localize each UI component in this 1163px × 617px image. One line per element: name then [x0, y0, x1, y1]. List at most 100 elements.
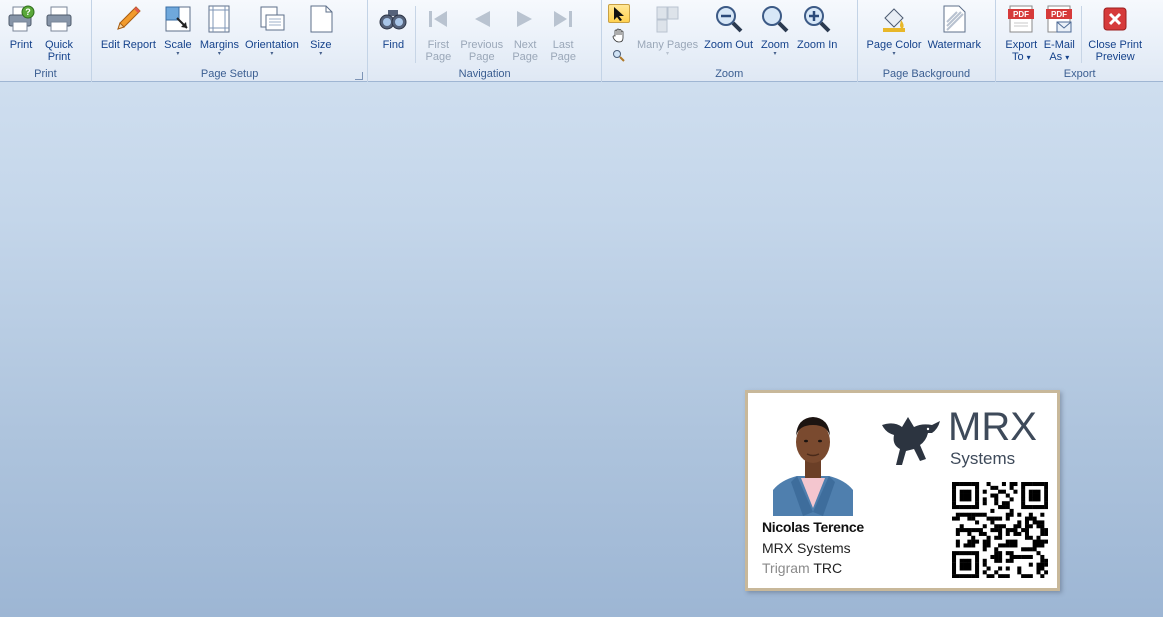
first-page-button[interactable]: First Page	[419, 2, 457, 67]
qr-module	[982, 512, 987, 517]
qr-module	[994, 485, 999, 490]
zoom-out-button[interactable]: Zoom Out	[701, 2, 756, 67]
qr-module	[1032, 505, 1037, 510]
magnifier-tool-icon[interactable]	[608, 46, 630, 65]
qr-module	[998, 574, 1003, 579]
qr-module	[955, 543, 960, 548]
many-pages-dropdown-icon: ▾	[666, 51, 670, 57]
qr-module	[1017, 524, 1022, 529]
qr-module	[963, 512, 968, 517]
qr-module	[963, 562, 968, 567]
qr-module	[967, 505, 972, 510]
qr-module	[1036, 535, 1041, 540]
qr-module	[998, 524, 1003, 529]
group-export: PDF Export To ▾ PDF E-Mail As ▾ Close Pr…	[996, 0, 1163, 82]
edit-report-button[interactable]: Edit Report	[98, 2, 159, 67]
qr-module	[1036, 482, 1041, 487]
qr-module	[952, 554, 957, 559]
scale-button[interactable]: Scale ▾	[159, 2, 197, 67]
print-button[interactable]: ? Print	[2, 2, 40, 67]
group-navigation: Find FirstPage PreviousPage NextPage	[368, 0, 602, 82]
qr-module	[1021, 485, 1026, 490]
page-setup-dialog-launcher-icon[interactable]	[355, 72, 364, 80]
qr-module	[982, 543, 987, 548]
qr-module	[1005, 516, 1010, 521]
badge-company-name: MRX Systems	[762, 540, 851, 556]
next-page-button[interactable]: Next Page	[506, 2, 544, 67]
qr-module	[971, 551, 976, 556]
quick-print-button[interactable]: Quick Print	[40, 2, 78, 67]
margins-button[interactable]: Margins ▾	[197, 2, 242, 67]
binoculars-icon	[377, 3, 409, 35]
qr-module	[975, 497, 980, 502]
qr-module	[963, 497, 968, 502]
margins-icon	[203, 3, 235, 35]
first-page-label: First Page	[425, 39, 452, 63]
zoom-icon	[759, 3, 791, 35]
orientation-button[interactable]: Orientation ▾	[242, 2, 302, 67]
scale-label: Scale	[164, 39, 192, 51]
group-page-setup: Edit Report Scale ▾ Margins ▾ Orientatio…	[92, 0, 369, 82]
qr-module	[1040, 554, 1045, 559]
qr-module	[963, 528, 968, 533]
qr-module	[986, 574, 991, 579]
hand-tool-icon[interactable]	[608, 25, 630, 44]
find-button[interactable]: Find	[374, 2, 412, 67]
pointer-tool-icon[interactable]	[607, 4, 630, 24]
group-label-zoom: Zoom	[715, 68, 744, 80]
qr-module	[975, 485, 980, 490]
qr-module	[1005, 543, 1010, 548]
qr-module	[1044, 539, 1049, 544]
qr-module	[998, 531, 1003, 536]
qr-module	[998, 528, 1003, 533]
qr-module	[1005, 574, 1010, 579]
qr-module	[994, 497, 999, 502]
quick-print-label: Quick Print	[44, 39, 74, 63]
qr-module	[967, 493, 972, 498]
last-page-button[interactable]: Last Page	[544, 2, 582, 67]
zoom-button[interactable]: Zoom ▾	[756, 2, 794, 67]
page-color-button[interactable]: Page Color ▾	[864, 2, 925, 67]
qr-module	[1024, 524, 1029, 529]
badge-person-name: Nicolas Terence	[762, 519, 864, 535]
qr-module	[1044, 570, 1049, 575]
qr-module	[1028, 482, 1033, 487]
qr-module	[994, 554, 999, 559]
qr-module	[955, 574, 960, 579]
qr-module	[971, 528, 976, 533]
qr-module	[982, 562, 987, 567]
qr-module	[998, 543, 1003, 548]
watermark-button[interactable]: Watermark	[925, 2, 984, 67]
ribbon-toolbar: ? Print Quick Print Print Edit Report Sc…	[0, 0, 1163, 82]
svg-text:PDF: PDF	[1013, 10, 1029, 19]
qr-module	[1036, 570, 1041, 575]
qr-module	[1036, 562, 1041, 567]
qr-module	[963, 566, 968, 571]
print-label: Print	[9, 39, 33, 51]
qr-module	[1017, 512, 1022, 517]
export-to-button[interactable]: PDF Export To ▾	[1002, 2, 1040, 67]
previous-page-button[interactable]: Previous Page	[457, 2, 506, 67]
qr-module	[1032, 539, 1037, 544]
size-button[interactable]: Size ▾	[302, 2, 340, 67]
griffin-logo-icon	[882, 417, 940, 465]
qr-module	[1028, 505, 1033, 510]
close-icon	[1099, 3, 1131, 35]
qr-module	[955, 512, 960, 517]
qr-module	[1017, 566, 1022, 571]
qr-module	[963, 551, 968, 556]
qr-module	[1032, 489, 1037, 494]
qr-module	[990, 528, 995, 533]
many-pages-button[interactable]: Many Pages ▾	[634, 2, 701, 67]
close-print-preview-button[interactable]: Close Print Preview	[1085, 2, 1145, 67]
qr-module	[1040, 558, 1045, 563]
qr-module	[1021, 574, 1026, 579]
qr-module	[1040, 562, 1045, 567]
qr-module	[994, 558, 999, 563]
group-label-export: Export	[1063, 68, 1096, 80]
qr-module	[952, 485, 957, 490]
pencil-icon	[112, 3, 144, 35]
zoom-in-button[interactable]: Zoom In	[794, 2, 840, 67]
email-as-button[interactable]: PDF E-Mail As ▾	[1040, 2, 1078, 67]
group-label-page-setup: Page Setup	[200, 68, 259, 80]
